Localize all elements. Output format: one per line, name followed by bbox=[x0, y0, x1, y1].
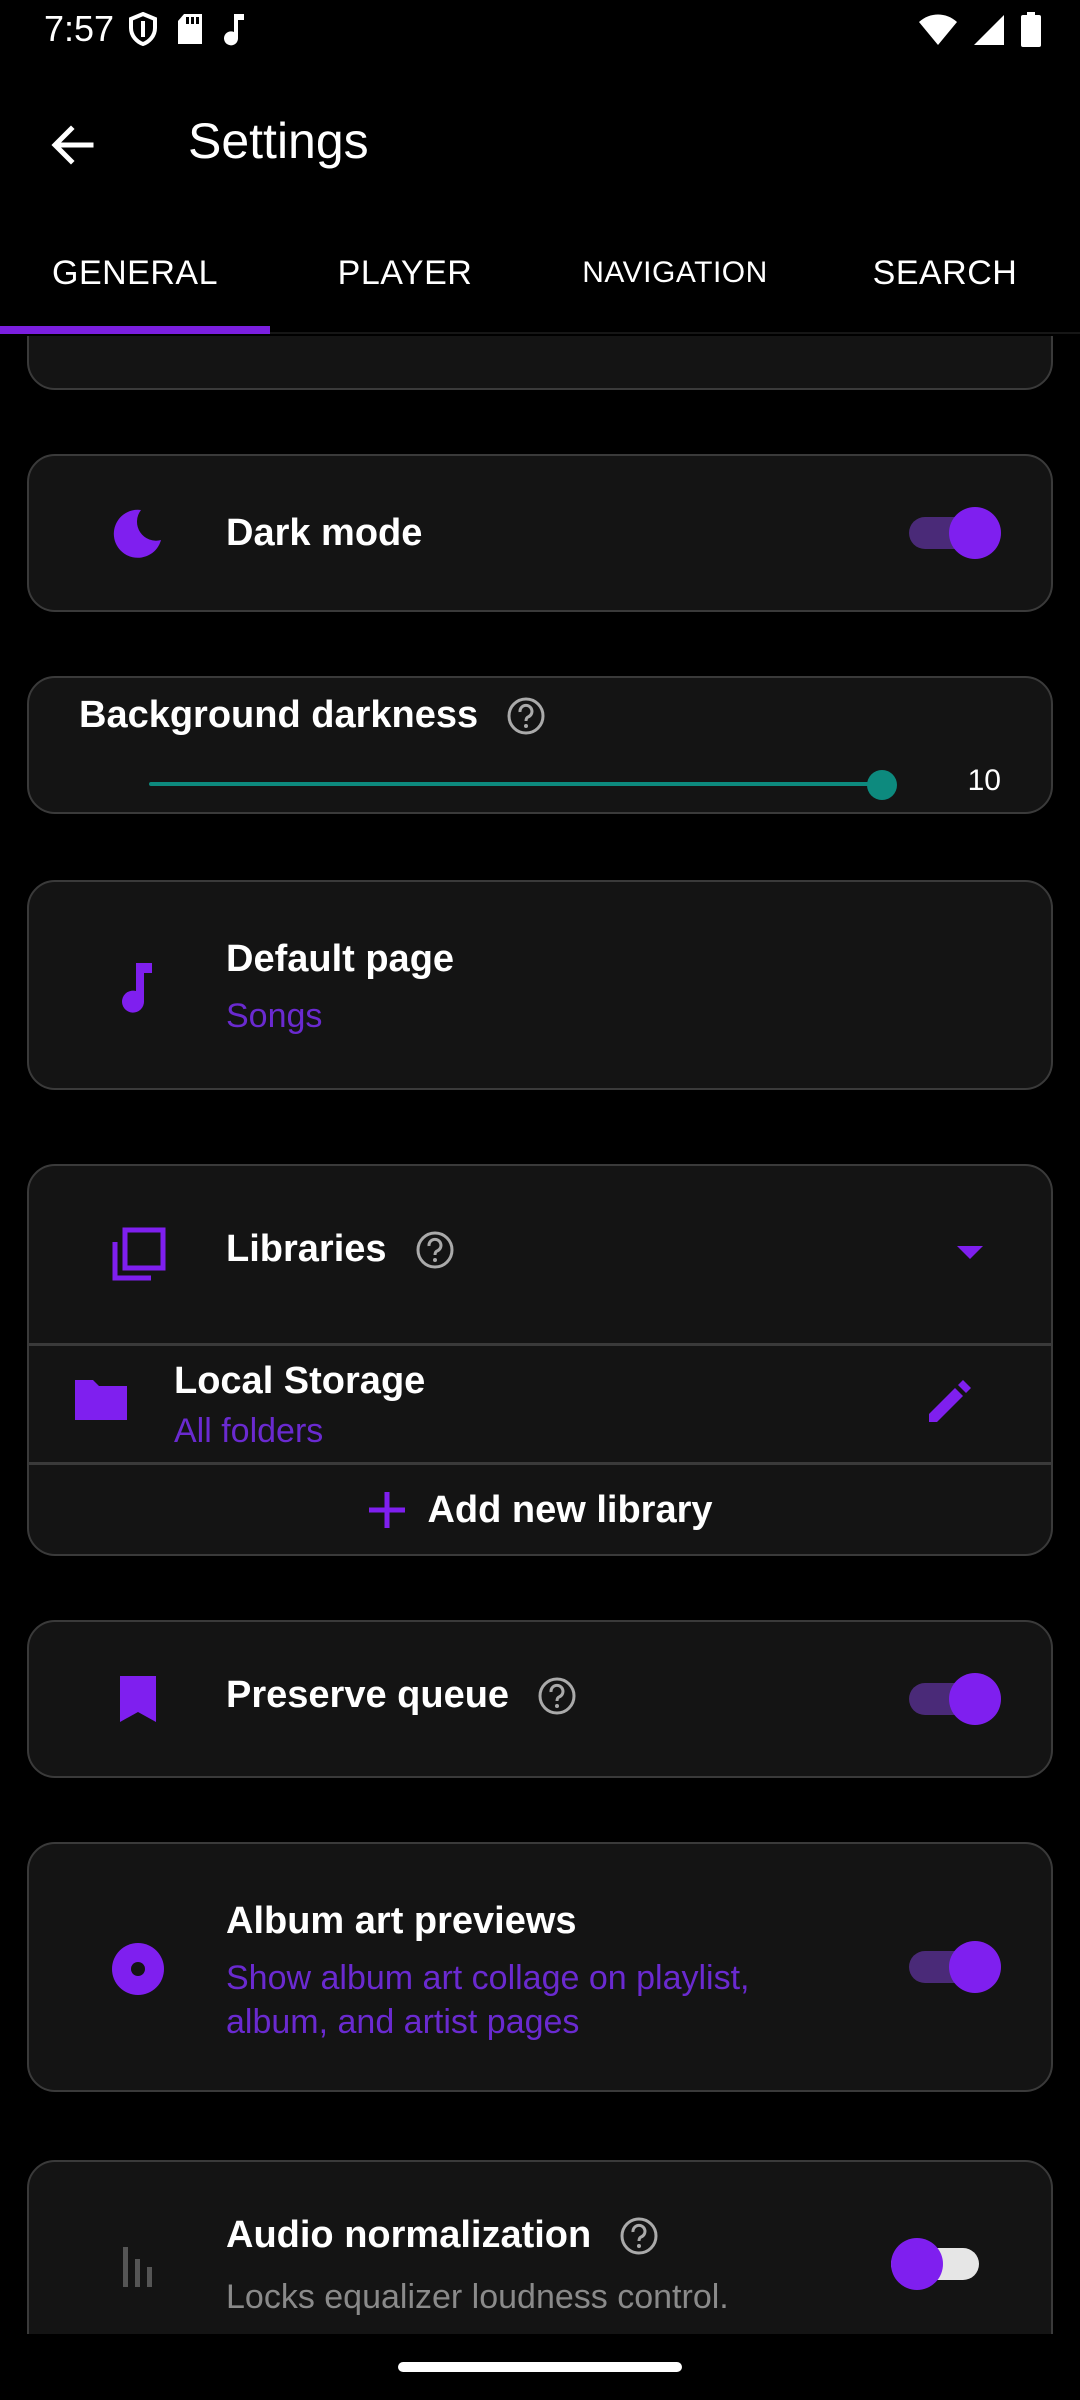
help-icon[interactable] bbox=[415, 1230, 455, 1270]
tab-navigation[interactable]: NAVIGATION bbox=[540, 212, 810, 334]
default-page-label: Default page bbox=[226, 938, 455, 980]
album-art-previews-card[interactable]: Album art previews Show album art collag… bbox=[27, 1842, 1053, 2092]
sd-card-icon bbox=[178, 14, 202, 44]
gesture-nav-bar[interactable] bbox=[398, 2362, 682, 2372]
album-icon bbox=[103, 1934, 173, 2004]
music-note-icon bbox=[224, 14, 244, 46]
darkness-slider-thumb[interactable] bbox=[867, 770, 897, 800]
chevron-down-icon[interactable] bbox=[955, 1244, 985, 1262]
add-library-button[interactable]: Add new library bbox=[29, 1465, 1051, 1555]
status-bar: 7:57 bbox=[0, 0, 1080, 62]
dark-mode-card[interactable]: Dark mode bbox=[27, 454, 1053, 612]
back-button[interactable] bbox=[38, 110, 108, 180]
dark-mode-label: Dark mode bbox=[226, 512, 423, 554]
darkness-slider-track[interactable] bbox=[149, 782, 883, 786]
pencil-icon[interactable] bbox=[925, 1376, 975, 1426]
darkness-value: 10 bbox=[967, 764, 1001, 797]
preserve-queue-card[interactable]: Preserve queue bbox=[27, 1620, 1053, 1778]
status-icons-left bbox=[128, 12, 248, 46]
help-icon[interactable] bbox=[506, 696, 546, 736]
background-darkness-label: Background darkness bbox=[79, 694, 479, 736]
page-title: Settings bbox=[188, 113, 369, 169]
audio-normalization-toggle[interactable] bbox=[891, 2238, 983, 2290]
libraries-label: Libraries bbox=[226, 1228, 387, 1270]
library-item-local-storage[interactable]: Local Storage All folders bbox=[29, 1346, 1051, 1462]
library-name: Local Storage bbox=[174, 1360, 426, 1402]
bookmark-icon bbox=[103, 1664, 173, 1734]
audio-normalization-label: Audio normalization bbox=[226, 2214, 592, 2256]
battery-icon bbox=[1021, 12, 1041, 47]
music-note-icon bbox=[103, 952, 173, 1022]
plus-icon bbox=[369, 1492, 406, 1528]
library-icon bbox=[103, 1220, 173, 1290]
help-icon[interactable] bbox=[537, 1676, 577, 1716]
help-icon[interactable] bbox=[619, 2216, 659, 2256]
previous-setting-card[interactable] bbox=[27, 336, 1053, 390]
libraries-card: Libraries Local Storage All folders Add … bbox=[27, 1164, 1053, 1556]
libraries-header[interactable]: Libraries bbox=[29, 1166, 1051, 1344]
audio-normalization-card[interactable]: Audio normalization Locks equalizer loud… bbox=[27, 2160, 1053, 2334]
add-library-label: Add new library bbox=[427, 1488, 713, 1531]
audio-normalization-sub: Locks equalizer loudness control. bbox=[226, 2278, 729, 2316]
settings-list[interactable]: Dark mode Background darkness 10 Default… bbox=[0, 336, 1080, 2334]
shield-icon bbox=[129, 12, 157, 46]
signal-icon bbox=[974, 15, 1004, 45]
app-bar: Settings bbox=[0, 62, 1080, 212]
equalizer-icon bbox=[103, 2232, 173, 2302]
album-art-previews-sub-line2: album, and artist pages bbox=[226, 2003, 580, 2041]
status-icons-right bbox=[918, 12, 1042, 48]
moon-icon bbox=[103, 498, 173, 568]
library-sub: All folders bbox=[174, 1412, 324, 1450]
status-time: 7:57 bbox=[44, 8, 115, 49]
wifi-icon bbox=[919, 14, 957, 45]
default-page-card[interactable]: Default page Songs bbox=[27, 880, 1053, 1090]
preserve-queue-toggle[interactable] bbox=[909, 1673, 1001, 1725]
preserve-queue-label: Preserve queue bbox=[226, 1674, 510, 1716]
album-art-previews-toggle[interactable] bbox=[909, 1941, 1001, 1993]
tab-general[interactable]: GENERAL bbox=[0, 212, 270, 334]
tab-search[interactable]: SEARCH bbox=[810, 212, 1080, 334]
tab-player[interactable]: PLAYER bbox=[270, 212, 540, 334]
album-art-previews-sub-line1: Show album art collage on playlist, bbox=[226, 1959, 750, 1997]
background-darkness-card: Background darkness 10 bbox=[27, 676, 1053, 814]
album-art-previews-label: Album art previews bbox=[226, 1900, 577, 1942]
arrow-back-icon bbox=[51, 125, 94, 165]
default-page-value: Songs bbox=[226, 997, 323, 1035]
folder-icon bbox=[75, 1380, 127, 1420]
dark-mode-toggle[interactable] bbox=[909, 507, 1001, 559]
tab-bar: GENERAL PLAYER NAVIGATION SEARCH bbox=[0, 212, 1080, 334]
